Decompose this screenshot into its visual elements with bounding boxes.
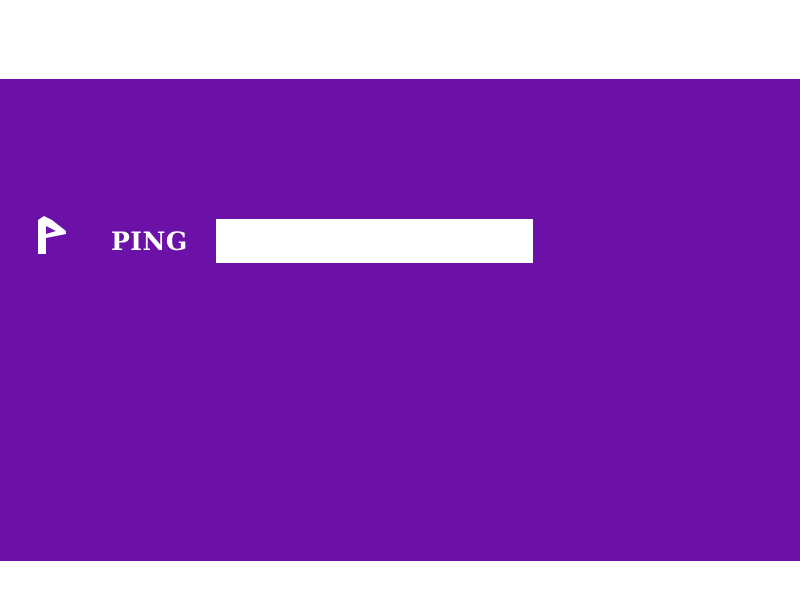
header-band bbox=[0, 79, 800, 561]
search-input[interactable] bbox=[216, 219, 533, 263]
brand-name[interactable]: PING bbox=[111, 226, 188, 258]
page: PING bbox=[0, 0, 800, 600]
ping-logo-icon[interactable] bbox=[36, 216, 68, 256]
